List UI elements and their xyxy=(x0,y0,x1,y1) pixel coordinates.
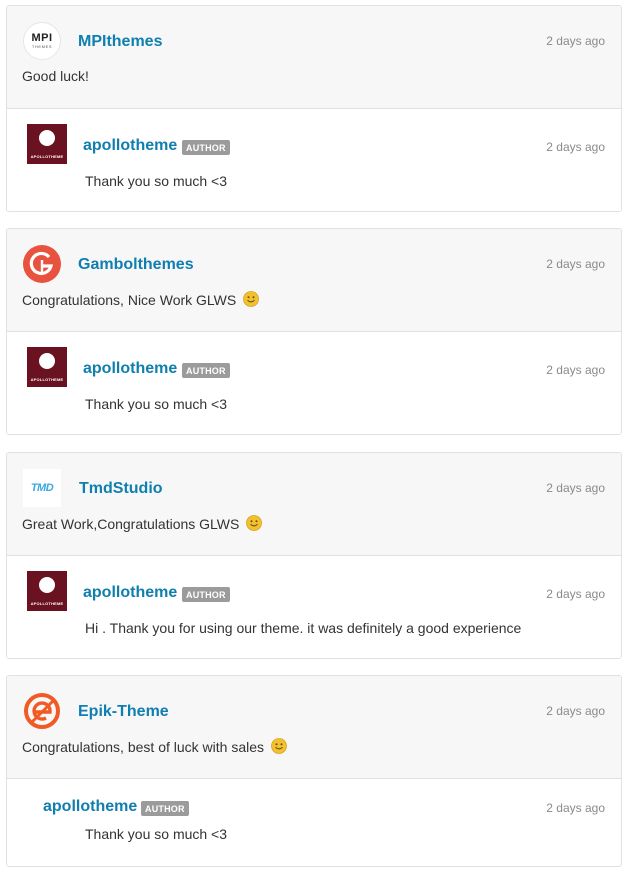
tmdstudio-avatar[interactable]: TMD xyxy=(23,469,61,507)
apollo-logo-mark-icon xyxy=(39,130,55,146)
reply-timestamp: 2 days ago xyxy=(546,363,605,377)
reply-author-link[interactable]: apollotheme xyxy=(83,137,177,155)
reply: APOLLOTHEME apollotheme AUTHOR 2 days ag… xyxy=(7,332,621,434)
comment-text: Congratulations, Nice Work GLWS xyxy=(22,291,260,308)
reply-timestamp: 2 days ago xyxy=(546,140,605,154)
comment: Gambolthemes 2 days ago Congratulations,… xyxy=(7,229,621,332)
comment-author-link[interactable]: Gambolthemes xyxy=(78,256,194,274)
comment-timestamp: 2 days ago xyxy=(546,704,605,718)
apollo-logo-mark-icon xyxy=(39,353,55,369)
comment-text: Congratulations, best of luck with sales xyxy=(22,738,287,755)
comment-thread: MPI THEMES MPIthemes 2 days ago Good luc… xyxy=(6,5,622,212)
comment-author-link[interactable]: Epik-Theme xyxy=(78,703,169,721)
reply-text: Thank you so much <3 xyxy=(85,396,228,412)
reply-text: Hi . Thank you for using our theme. it w… xyxy=(85,620,522,636)
comment-text: Good luck! xyxy=(22,68,89,84)
apollo-logo-mark-icon xyxy=(39,577,55,593)
author-badge: AUTHOR xyxy=(182,140,230,155)
logo-text: APOLLOTHEME xyxy=(30,154,64,159)
comment-thread: TMD TmdStudio 2 days ago Great Work,Cong… xyxy=(6,452,622,659)
reply-text: Thank you so much <3 xyxy=(85,173,228,189)
comment-timestamp: 2 days ago xyxy=(546,34,605,48)
gambol-logo-icon xyxy=(23,245,61,283)
comment-thread: Epik-Theme 2 days ago Congratulations, b… xyxy=(6,675,622,867)
logo-text: APOLLOTHEME xyxy=(30,377,64,382)
comment: MPI THEMES MPIthemes 2 days ago Good luc… xyxy=(7,6,621,109)
author-badge: AUTHOR xyxy=(182,587,230,602)
comment-timestamp: 2 days ago xyxy=(546,481,605,495)
epik-logo-icon xyxy=(24,693,60,729)
mpithemes-avatar[interactable]: MPI THEMES xyxy=(23,22,61,60)
comment: TMD TmdStudio 2 days ago Great Work,Cong… xyxy=(7,453,621,556)
reply-author-link[interactable]: apollotheme xyxy=(43,798,137,816)
epik-theme-avatar[interactable] xyxy=(23,692,61,730)
reply-author-link[interactable]: apollotheme xyxy=(83,360,177,378)
reply: APOLLOTHEME apollotheme AUTHOR 2 days ag… xyxy=(7,556,621,658)
smiley-emoji-icon xyxy=(271,738,287,754)
comment-author-link[interactable]: MPIthemes xyxy=(78,33,162,51)
logo-subtext: THEMES xyxy=(31,43,53,49)
author-badge: AUTHOR xyxy=(182,363,230,378)
apollotheme-avatar[interactable]: APOLLOTHEME xyxy=(27,347,67,387)
logo-text: MPI xyxy=(31,31,53,44)
gambolthemes-avatar[interactable] xyxy=(23,245,61,283)
smiley-emoji-icon xyxy=(246,515,263,531)
reply-timestamp: 2 days ago xyxy=(546,587,605,601)
reply-author-link[interactable]: apollotheme xyxy=(83,584,177,602)
reply: APOLLOTHEME apollotheme AUTHOR 2 days ag… xyxy=(7,109,621,211)
comment-timestamp: 2 days ago xyxy=(546,257,605,271)
apollotheme-avatar[interactable]: APOLLOTHEME xyxy=(27,571,67,611)
comment: Epik-Theme 2 days ago Congratulations, b… xyxy=(7,676,621,779)
author-badge: AUTHOR xyxy=(141,801,189,816)
logo-text: TMD xyxy=(30,482,54,494)
smiley-emoji-icon xyxy=(243,291,260,307)
comment-text: Great Work,Congratulations GLWS xyxy=(22,515,263,532)
comment-thread: Gambolthemes 2 days ago Congratulations,… xyxy=(6,228,622,435)
apollotheme-avatar[interactable]: APOLLOTHEME xyxy=(27,124,67,164)
reply: apollotheme AUTHOR 2 days ago Thank you … xyxy=(7,779,621,865)
comment-author-link[interactable]: TmdStudio xyxy=(79,480,163,498)
reply-text: Thank you so much <3 xyxy=(85,826,228,842)
reply-timestamp: 2 days ago xyxy=(546,801,605,815)
logo-text: APOLLOTHEME xyxy=(30,601,64,606)
